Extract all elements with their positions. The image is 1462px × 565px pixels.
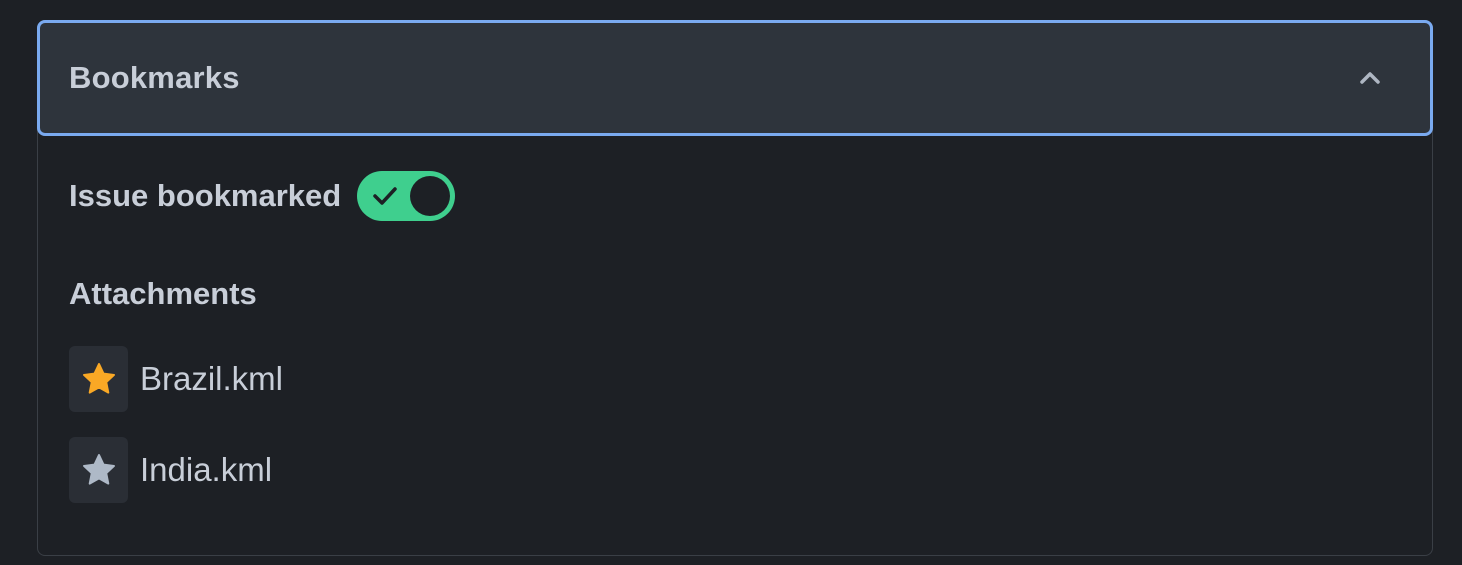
attachments-heading: Attachments <box>69 276 257 311</box>
bookmark-toggle-row: Issue bookmarked <box>69 171 456 221</box>
bookmarks-panel: Bookmarks Issue bookmarked Attachments B… <box>37 20 1433 556</box>
attachment-list: Brazil.kml India.kml <box>69 346 283 528</box>
check-icon <box>372 184 398 213</box>
star-icon[interactable] <box>69 437 128 503</box>
list-item: Brazil.kml <box>69 346 283 412</box>
bookmark-toggle[interactable] <box>357 171 456 221</box>
toggle-label: Issue bookmarked <box>69 178 342 213</box>
attachment-name[interactable]: Brazil.kml <box>140 360 283 398</box>
chevron-up-icon[interactable] <box>1356 64 1384 92</box>
bookmarks-panel-header[interactable]: Bookmarks <box>37 20 1433 136</box>
star-filled-icon[interactable] <box>69 346 128 412</box>
toggle-knob <box>410 176 451 216</box>
list-item: India.kml <box>69 437 283 503</box>
attachment-name[interactable]: India.kml <box>140 451 272 489</box>
panel-title: Bookmarks <box>69 60 240 95</box>
